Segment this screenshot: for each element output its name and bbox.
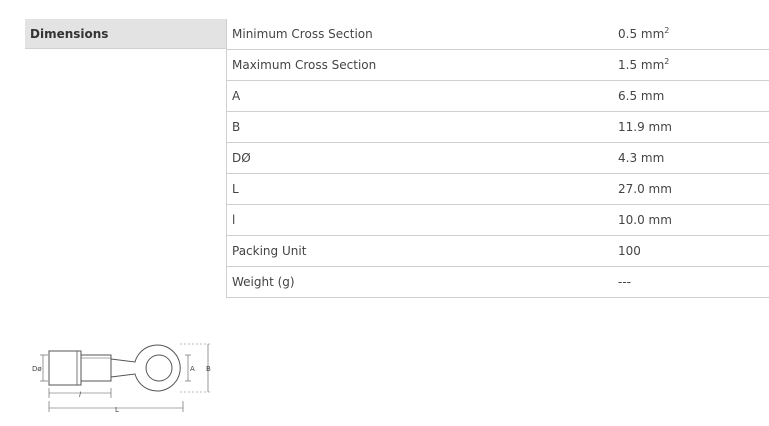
spec-row: L 27.0 mm [227, 174, 769, 205]
spec-value: 4.3 mm [618, 151, 665, 165]
spec-label: Packing Unit [232, 244, 307, 258]
label-l-small: l [79, 391, 81, 399]
ring-terminal-drawing: Dø A B l L [32, 343, 211, 414]
spec-label: L [232, 182, 239, 196]
spec-row: B 11.9 mm [227, 112, 769, 143]
spec-value: 10.0 mm [618, 213, 672, 227]
label-l: L [115, 406, 119, 414]
spec-label: Minimum Cross Section [232, 27, 373, 41]
spec-value: 100 [618, 244, 641, 258]
spec-row: l 10.0 mm [227, 205, 769, 236]
spec-rows: Minimum Cross Section 0.5 mm2 Maximum Cr… [226, 19, 769, 298]
spec-row: Maximum Cross Section 1.5 mm2 [227, 50, 769, 81]
spec-row: DØ 4.3 mm [227, 143, 769, 174]
spec-value: 11.9 mm [618, 120, 672, 134]
section-header: Dimensions [25, 19, 226, 49]
spec-value: 27.0 mm [618, 182, 672, 196]
spec-label: DØ [232, 151, 251, 165]
spec-value: 1.5 mm2 [618, 57, 670, 73]
spec-row: Minimum Cross Section 0.5 mm2 [227, 19, 769, 50]
spec-value: 6.5 mm [618, 89, 665, 103]
spec-row: A 6.5 mm [227, 81, 769, 112]
spec-label: Weight (g) [232, 275, 295, 289]
label-b: B [206, 365, 211, 373]
spec-row: Weight (g) --- [227, 267, 769, 298]
spec-row: Packing Unit 100 [227, 236, 769, 267]
spec-value: --- [618, 275, 631, 289]
spec-label: l [232, 213, 236, 227]
section-title: Dimensions [30, 27, 109, 41]
spec-label: A [232, 89, 241, 103]
spec-label: Maximum Cross Section [232, 58, 377, 72]
label-d: Dø [32, 365, 42, 373]
label-a: A [190, 365, 195, 373]
spec-label: B [232, 120, 241, 134]
spec-value: 0.5 mm2 [618, 26, 670, 42]
